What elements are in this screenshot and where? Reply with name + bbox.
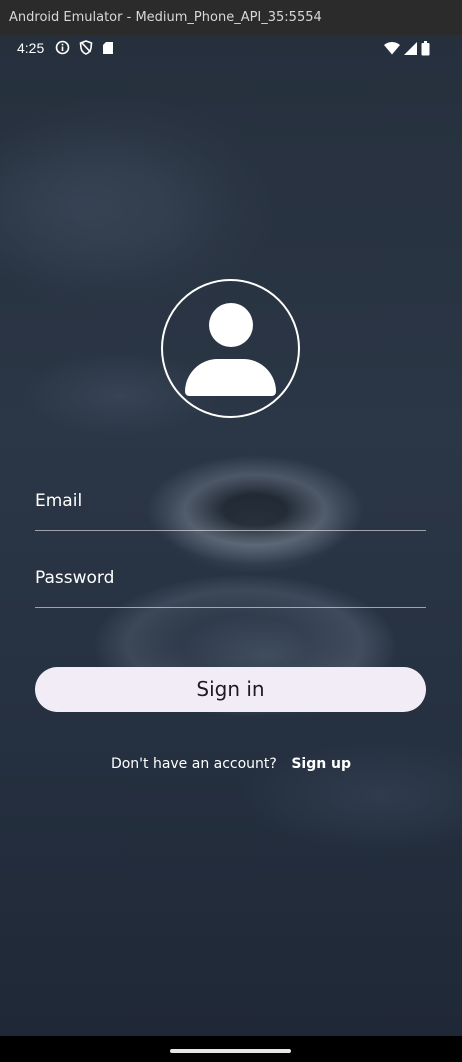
password-underline	[35, 607, 426, 608]
shield-icon	[79, 40, 93, 55]
gesture-handle[interactable]	[170, 1049, 291, 1053]
password-input[interactable]	[35, 568, 430, 610]
email-underline	[35, 530, 426, 531]
email-input[interactable]	[35, 491, 430, 533]
phone-screen: 4:25 Email Password Sign in Don't have a…	[0, 35, 462, 1036]
wifi-icon	[384, 42, 400, 55]
sign-in-button[interactable]: Sign in	[35, 667, 426, 712]
signup-row: Don't have an account? Sign up	[0, 756, 462, 772]
battery-icon	[421, 41, 430, 56]
status-bar: 4:25	[0, 35, 462, 61]
person-icon	[161, 279, 300, 418]
email-field[interactable]: Email	[35, 491, 430, 533]
sign-up-link[interactable]: Sign up	[291, 756, 351, 772]
status-time: 4:25	[17, 40, 45, 56]
avatar-head	[209, 303, 253, 347]
password-field[interactable]: Password	[35, 568, 430, 610]
status-icons-right	[384, 41, 430, 56]
window-title: Android Emulator - Medium_Phone_API_35:5…	[0, 0, 462, 35]
signup-prompt: Don't have an account?	[110, 756, 277, 772]
status-icons-left	[55, 40, 114, 55]
navigation-bar	[0, 1036, 462, 1062]
sd-card-icon	[103, 41, 113, 54]
avatar-body	[185, 359, 276, 396]
info-icon	[55, 40, 70, 55]
emulator-window: Android Emulator - Medium_Phone_API_35:5…	[0, 0, 462, 1062]
signal-icon	[404, 42, 417, 55]
